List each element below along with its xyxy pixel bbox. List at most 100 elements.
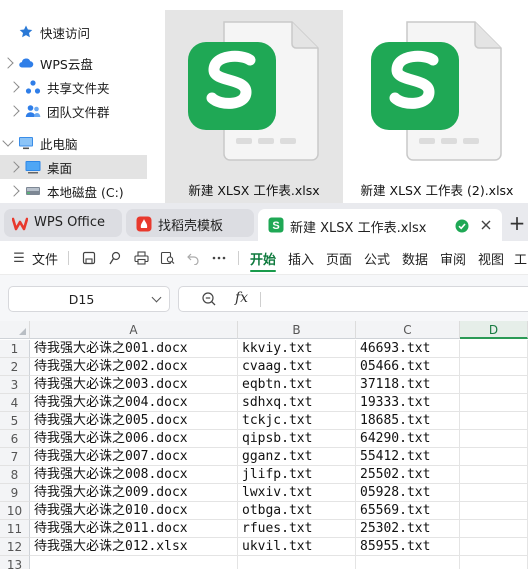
file-item[interactable]: 新建 XLSX 工作表 (2).xlsx <box>348 10 526 203</box>
ribbon-tab-home[interactable]: 开始 <box>248 241 278 275</box>
row-header[interactable]: 12 <box>0 538 30 556</box>
cell-d[interactable] <box>460 394 528 412</box>
ribbon-tab-insert[interactable]: 插入 <box>286 241 316 275</box>
tab-docer-templates[interactable]: 找稻壳模板 <box>126 209 254 241</box>
cell-d[interactable] <box>460 538 528 556</box>
cell-d[interactable] <box>460 556 528 569</box>
ribbon-tab-review[interactable]: 审阅 <box>438 241 468 275</box>
ribbon-tab-tools[interactable]: 工 <box>514 241 528 275</box>
file-item[interactable]: 新建 XLSX 工作表.xlsx <box>165 10 343 203</box>
cell-a[interactable]: 待我强大必诛之008.docx <box>30 466 238 484</box>
file-menu-button[interactable]: 文件 <box>32 241 58 275</box>
cell-d[interactable] <box>460 502 528 520</box>
chevron-right-icon[interactable] <box>8 105 20 117</box>
cell-c[interactable]: 18685.txt <box>356 412 460 430</box>
row-header[interactable]: 11 <box>0 520 30 538</box>
undo-icon[interactable] <box>182 241 204 275</box>
chevron-down-icon[interactable] <box>2 135 14 147</box>
print-preview-icon[interactable] <box>156 241 178 275</box>
chevron-right-icon[interactable] <box>8 161 20 173</box>
cell-d[interactable] <box>460 448 528 466</box>
format-painter-icon[interactable] <box>104 241 126 275</box>
cell-c[interactable]: 64290.txt <box>356 430 460 448</box>
cell-d[interactable] <box>460 430 528 448</box>
cell-a[interactable]: 待我强大必诛之004.docx <box>30 394 238 412</box>
row-header[interactable]: 3 <box>0 376 30 394</box>
ribbon-tab-view[interactable]: 视图 <box>476 241 506 275</box>
cell-b[interactable]: eqbtn.txt <box>238 376 356 394</box>
row-header[interactable]: 9 <box>0 484 30 502</box>
row-header[interactable]: 13 <box>0 556 30 569</box>
cell-d[interactable] <box>460 466 528 484</box>
row-header[interactable]: 8 <box>0 466 30 484</box>
cell-c[interactable]: 05466.txt <box>356 358 460 376</box>
cell-d[interactable] <box>460 358 528 376</box>
row-header[interactable]: 6 <box>0 430 30 448</box>
cell-c[interactable]: 46693.txt <box>356 340 460 358</box>
cell-c[interactable]: 25502.txt <box>356 466 460 484</box>
cell-d[interactable] <box>460 520 528 538</box>
row-header[interactable]: 4 <box>0 394 30 412</box>
cell-b[interactable]: gganz.txt <box>238 448 356 466</box>
cell-b[interactable]: sdhxq.txt <box>238 394 356 412</box>
row-header[interactable]: 10 <box>0 502 30 520</box>
save-icon[interactable] <box>78 241 100 275</box>
more-icon[interactable] <box>208 241 230 275</box>
nav-item-quick-access[interactable]: 快速访问 <box>0 20 150 44</box>
cell-b[interactable]: cvaag.txt <box>238 358 356 376</box>
nav-item-shared-folder[interactable]: 共享文件夹 <box>0 75 150 99</box>
ribbon-tab-formulas[interactable]: 公式 <box>362 241 392 275</box>
cell-b[interactable]: otbga.txt <box>238 502 356 520</box>
row-header[interactable]: 5 <box>0 412 30 430</box>
nav-item-team-group[interactable]: 团队文件群 <box>0 99 150 123</box>
new-tab-button[interactable]: + <box>506 211 528 235</box>
tab-current-workbook[interactable]: S 新建 XLSX 工作表.xlsx <box>258 209 502 241</box>
cell-b[interactable]: tckjc.txt <box>238 412 356 430</box>
cell-a[interactable]: 待我强大必诛之002.docx <box>30 358 238 376</box>
cell-a[interactable]: 待我强大必诛之010.docx <box>30 502 238 520</box>
cell-b[interactable]: kkviy.txt <box>238 340 356 358</box>
spreadsheet-grid[interactable]: A B C D 1 待我强大必诛之001.docx kkviy.txt 46693.t… <box>0 321 528 569</box>
cell-b[interactable]: rfues.txt <box>238 520 356 538</box>
cell-d[interactable] <box>460 340 528 358</box>
column-header-d[interactable]: D <box>460 321 528 339</box>
nav-item-this-pc[interactable]: 此电脑 <box>0 131 150 155</box>
cell-d[interactable] <box>460 484 528 502</box>
ribbon-tab-page[interactable]: 页面 <box>324 241 354 275</box>
close-tab-icon[interactable] <box>478 217 494 233</box>
cell-c[interactable]: 37118.txt <box>356 376 460 394</box>
chevron-right-icon[interactable] <box>2 57 14 69</box>
nav-item-wps-cloud[interactable]: WPS云盘 <box>0 51 150 75</box>
cell-d[interactable] <box>460 376 528 394</box>
cell-a[interactable]: 待我强大必诛之011.docx <box>30 520 238 538</box>
cell-a[interactable]: 待我强大必诛之003.docx <box>30 376 238 394</box>
cell-a[interactable]: 待我强大必诛之007.docx <box>30 448 238 466</box>
column-header-a[interactable]: A <box>30 321 238 339</box>
row-header[interactable]: 2 <box>0 358 30 376</box>
column-header-c[interactable]: C <box>356 321 460 339</box>
cell-b[interactable]: ukvil.txt <box>238 538 356 556</box>
row-header[interactable]: 7 <box>0 448 30 466</box>
row-header[interactable]: 1 <box>0 340 30 358</box>
cell-a[interactable]: 待我强大必诛之009.docx <box>30 484 238 502</box>
cell-d[interactable] <box>460 412 528 430</box>
chevron-right-icon[interactable] <box>8 185 20 197</box>
nav-item-desktop[interactable]: 桌面 <box>0 155 147 179</box>
cell-a[interactable]: 待我强大必诛之005.docx <box>30 412 238 430</box>
cell-c[interactable]: 05928.txt <box>356 484 460 502</box>
cell-c[interactable] <box>356 556 460 569</box>
fx-icon[interactable]: fx <box>235 290 248 306</box>
select-all-corner[interactable] <box>0 321 30 339</box>
column-header-b[interactable]: B <box>238 321 356 339</box>
cell-b[interactable]: jlifp.txt <box>238 466 356 484</box>
cell-b[interactable]: lwxiv.txt <box>238 484 356 502</box>
cell-b[interactable]: qipsb.txt <box>238 430 356 448</box>
cell-a[interactable]: 待我强大必诛之001.docx <box>30 340 238 358</box>
zoom-icon[interactable] <box>201 291 217 307</box>
chevron-right-icon[interactable] <box>8 81 20 93</box>
cell-c[interactable]: 65569.txt <box>356 502 460 520</box>
cell-c[interactable]: 55412.txt <box>356 448 460 466</box>
menu-icon[interactable]: ☰ <box>8 241 30 275</box>
cell-a[interactable] <box>30 556 238 569</box>
cell-c[interactable]: 25302.txt <box>356 520 460 538</box>
